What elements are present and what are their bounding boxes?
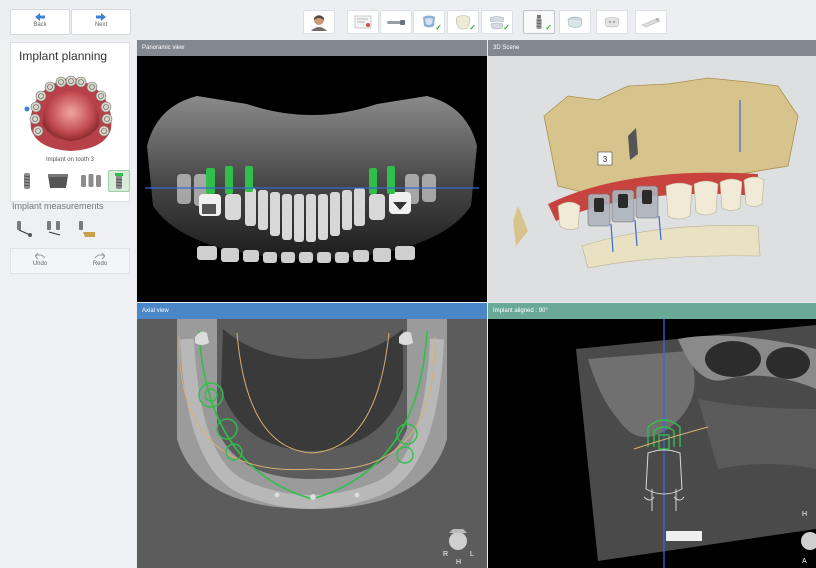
implant-distance-button[interactable] xyxy=(44,218,66,240)
scene3d-viewport[interactable]: 3D Scene 3 xyxy=(488,40,816,302)
prescription-icon xyxy=(354,15,372,29)
measurement-tool-row xyxy=(10,218,130,242)
orientation-bottom-label: A xyxy=(802,558,807,565)
undo-button[interactable]: Undo xyxy=(11,251,69,267)
back-button[interactable]: Back xyxy=(10,9,70,35)
workflow-step-patient[interactable] xyxy=(303,10,335,34)
orientation-left-label: L xyxy=(470,551,474,558)
scene3d-model-image: 3 xyxy=(513,77,799,269)
abutment-button[interactable] xyxy=(44,170,72,192)
step-check-icon: ✓ xyxy=(545,23,552,32)
single-implant-icon xyxy=(23,173,31,189)
panel-caption: Implant on tooth 3 xyxy=(45,157,95,163)
undo-label: Undo xyxy=(32,261,48,267)
workflow-step-cbct[interactable]: ✓ xyxy=(413,10,445,34)
next-button[interactable]: Next xyxy=(71,9,131,35)
left-sidebar: Implant planning Implant on tooth 3 Impl… xyxy=(0,40,136,568)
jaw-preview-image xyxy=(24,75,113,151)
bone-density-button[interactable] xyxy=(76,218,98,240)
multiple-implants-button[interactable] xyxy=(78,170,104,192)
axial-slice-image: R L H xyxy=(137,319,487,568)
step-check-icon: ✓ xyxy=(435,23,442,32)
implant-library-button[interactable] xyxy=(108,170,130,192)
aligned-view-header: Implant aligned : 90° xyxy=(488,303,816,319)
scene-tooth-label: 3 xyxy=(603,155,608,164)
sleeve-icon xyxy=(567,16,583,28)
panel-title: Implant planning xyxy=(19,49,108,63)
arrow-right-icon xyxy=(96,13,106,21)
workflow-step-scan[interactable] xyxy=(380,10,412,34)
aligned-slice-image: H A xyxy=(488,319,816,568)
workflow-step-export[interactable] xyxy=(635,10,667,34)
orientation-right-label: R xyxy=(443,551,448,558)
abutment-icon xyxy=(48,174,68,188)
redo-label: Redo xyxy=(92,261,108,267)
panoramic-viewport[interactable]: Panoramic view xyxy=(137,40,487,302)
implant-library-icon xyxy=(115,173,123,189)
implant-tool-row xyxy=(10,170,130,194)
distance-measure-icon xyxy=(17,221,32,237)
next-label: Next xyxy=(94,22,108,28)
implant-distance-icon xyxy=(47,221,61,236)
top-toolbar: Back Next ✓ ✓ ✓ ✓ xyxy=(0,0,816,40)
multiple-implants-icon xyxy=(81,174,101,187)
undo-icon xyxy=(35,252,45,260)
orientation-head-label: H xyxy=(456,559,461,566)
workflow-step-sleeve[interactable] xyxy=(559,10,591,34)
redo-button[interactable]: Redo xyxy=(71,251,129,267)
export-icon xyxy=(641,18,661,28)
guide-icon xyxy=(604,17,620,28)
workflow-step-prescription[interactable] xyxy=(347,10,379,34)
redo-icon xyxy=(95,252,105,260)
measurements-label: Implant measurements xyxy=(12,201,104,211)
arrow-left-icon xyxy=(35,13,45,21)
workflow-step-jaw[interactable]: ✓ xyxy=(481,10,513,34)
workflow-step-guide[interactable] xyxy=(596,10,628,34)
axial-view-header: Axial view xyxy=(137,303,487,319)
scan-icon xyxy=(387,20,405,25)
bone-density-icon xyxy=(79,221,95,237)
axial-viewport[interactable]: Axial view R L H xyxy=(137,303,487,568)
single-implant-button[interactable] xyxy=(16,170,38,192)
panoramic-view-header: Panoramic view xyxy=(137,40,487,56)
undo-redo-bar: Undo Redo xyxy=(10,248,130,274)
aligned-viewport[interactable]: Implant aligned : 90° H A xyxy=(488,303,816,568)
workflow-step-tooth[interactable]: ✓ xyxy=(447,10,479,34)
panoramic-xray-image xyxy=(145,96,479,263)
orientation-top-label: H xyxy=(802,511,807,518)
scene3d-view-header: 3D Scene xyxy=(488,40,816,56)
patient-icon xyxy=(311,15,327,31)
distance-measure-button[interactable] xyxy=(14,218,36,240)
step-check-icon: ✓ xyxy=(503,23,510,32)
back-label: Back xyxy=(33,22,47,28)
step-check-icon: ✓ xyxy=(469,23,476,32)
workflow-step-implant[interactable]: ✓ xyxy=(523,10,555,34)
